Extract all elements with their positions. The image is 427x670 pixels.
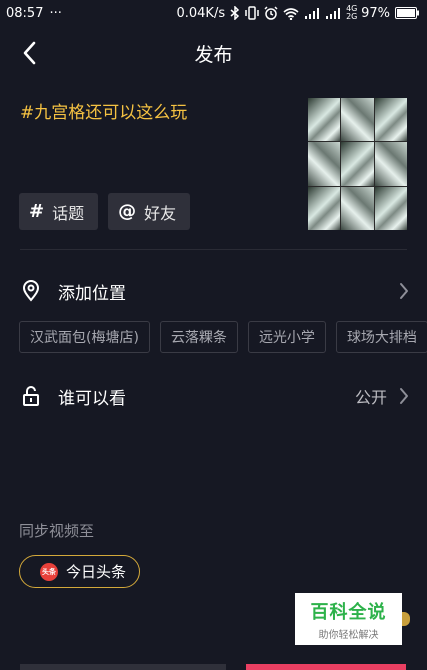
thumbnail-tile — [341, 98, 374, 142]
visibility-value: 公开 — [354, 388, 387, 407]
friend-label: 好友 — [144, 203, 177, 223]
alarm-icon — [264, 6, 278, 20]
sync-label: 同步视频至 — [19, 522, 95, 540]
battery-percent: 97% — [361, 5, 390, 21]
friend-button[interactable]: @ 好友 — [108, 193, 191, 230]
header: 发布 — [0, 26, 427, 80]
toutiao-icon: 头条 — [40, 562, 58, 581]
watermark-subtitle: 助你轻松解决 — [318, 629, 379, 641]
thumbnail-tile — [374, 98, 407, 142]
mention-chips: # 话题 @ 好友 — [19, 193, 191, 230]
status-more-indicator: ··· — [49, 5, 62, 21]
topic-button[interactable]: # 话题 — [19, 193, 99, 230]
unlock-icon — [20, 385, 42, 407]
chevron-right-icon — [400, 388, 408, 404]
location-tag[interactable]: 云落粿条 — [159, 321, 238, 353]
thumbnail-tile — [308, 142, 341, 186]
visibility-label: 谁可以看 — [58, 388, 126, 409]
location-pin-icon — [20, 280, 42, 302]
vibrate-icon — [245, 6, 259, 20]
network-speed: 0.04K/s — [176, 5, 226, 21]
watermark-logo: 百科全说 助你轻松解决 — [295, 593, 402, 645]
caption-input[interactable]: #九宫格还可以这么玩 — [20, 98, 187, 123]
wifi-icon — [283, 7, 299, 20]
bluetooth-icon — [230, 6, 240, 20]
visibility-row[interactable]: 谁可以看 公开 — [0, 371, 427, 421]
divider — [20, 249, 407, 250]
thumbnail-tile — [308, 186, 341, 230]
location-tag[interactable]: 远光小学 — [247, 321, 326, 353]
thumbnail-tile — [374, 186, 407, 230]
bottom-actions — [0, 664, 427, 670]
status-bar: 08:57 ··· 0.04K/s 4G 2G 97% — [0, 0, 427, 26]
thumbnail-tile — [341, 142, 374, 186]
watermark-edge — [402, 612, 410, 626]
battery-icon — [395, 7, 419, 19]
add-location-row[interactable]: 添加位置 — [0, 266, 427, 316]
publish-button[interactable] — [246, 664, 406, 670]
page-title: 发布 — [194, 43, 233, 66]
chevron-left-icon — [23, 41, 36, 65]
thumbnail-tile — [308, 98, 341, 142]
topic-label: 话题 — [52, 203, 85, 223]
thumbnail-tile — [374, 142, 407, 186]
status-time: 08:57 — [6, 5, 44, 21]
watermark-title: 百科全说 — [310, 601, 387, 623]
location-tag[interactable]: 汉武面包(梅塘店) — [19, 321, 150, 353]
add-location-label: 添加位置 — [58, 283, 126, 304]
draft-button[interactable] — [20, 664, 226, 670]
back-button[interactable] — [14, 38, 44, 68]
at-icon: @ — [118, 201, 137, 222]
thumbnail-tile — [341, 186, 374, 230]
network-type-label: 4G 2G — [346, 4, 358, 21]
chevron-right-icon — [400, 283, 408, 299]
location-tag[interactable]: 球场大排档 — [335, 321, 427, 353]
hashtag-icon: # — [29, 201, 45, 222]
signal-icon — [304, 7, 320, 20]
sync-toutiao-button[interactable]: 头条 今日头条 — [19, 555, 140, 588]
location-suggestions: 汉武面包(梅塘店) 云落粿条 远光小学 球场大排档 — [19, 321, 427, 353]
video-thumbnail[interactable] — [308, 98, 407, 230]
sync-toutiao-label: 今日头条 — [66, 563, 127, 581]
signal-4g-icon — [325, 7, 341, 20]
